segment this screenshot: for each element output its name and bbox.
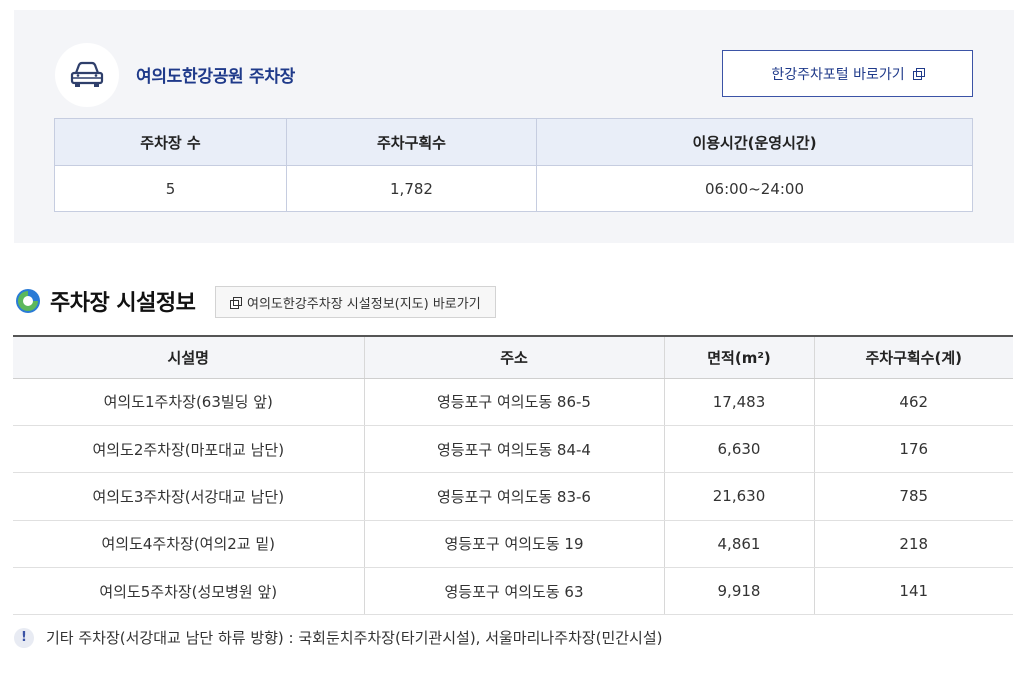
summary-value-lots: 5 [54, 165, 287, 212]
facility-area: 6,630 [663, 425, 814, 474]
exclamation-icon: ! [14, 627, 34, 648]
leaf-bullet-icon [16, 289, 40, 313]
facility-area: 21,630 [663, 472, 814, 521]
footnote: ! 기타 주차장(서강대교 남단 하류 방향) : 국회둔치주차장(타기관시설)… [14, 627, 663, 648]
summary-table: 주차장 수 주차구획수 이용시간(운영시간) 5 1,782 06:00~24:… [54, 118, 973, 212]
facility-spaces: 218 [813, 520, 1013, 569]
table-row: 여의도3주차장(서강대교 남단) 영등포구 여의도동 83-6 21,630 7… [13, 472, 1013, 521]
external-link-icon [230, 296, 242, 309]
facility-spaces: 462 [813, 378, 1013, 426]
col-header-spaces: 주차구획수(계) [813, 335, 1013, 379]
col-header-address: 주소 [363, 335, 664, 379]
table-row: 여의도2주차장(마포대교 남단) 영등포구 여의도동 84-4 6,630 17… [13, 425, 1013, 474]
summary-header-spaces: 주차구획수 [286, 118, 537, 166]
car-icon-badge [55, 43, 119, 107]
facility-spaces: 141 [813, 567, 1013, 616]
facility-address: 영등포구 여의도동 86-5 [363, 378, 664, 426]
footnote-text: 기타 주차장(서강대교 남단 하류 방향) : 국회둔치주차장(타기관시설), … [46, 629, 663, 647]
facility-address: 영등포구 여의도동 63 [363, 567, 664, 616]
facility-name: 여의도5주차장(성모병원 앞) [13, 567, 364, 616]
section-title: 주차장 시설정보 [50, 291, 196, 316]
col-header-area: 면적(m²) [663, 335, 814, 379]
col-header-name: 시설명 [13, 335, 364, 379]
facility-name: 여의도2주차장(마포대교 남단) [13, 425, 364, 474]
table-row: 여의도1주차장(63빌딩 앞) 영등포구 여의도동 86-5 17,483 46… [13, 378, 1013, 426]
table-row: 여의도4주차장(여의2교 밑) 영등포구 여의도동 19 4,861 218 [13, 520, 1013, 569]
facility-area: 4,861 [663, 520, 814, 569]
map-link-label: 여의도한강주차장 시설정보(지도) 바로가기 [247, 296, 481, 312]
park-title: 여의도한강공원 주차장 [136, 67, 296, 87]
facility-map-link[interactable]: 여의도한강주차장 시설정보(지도) 바로가기 [215, 286, 496, 318]
facility-area: 17,483 [663, 378, 814, 426]
facility-name: 여의도4주차장(여의2교 밑) [13, 520, 364, 569]
facility-table: 시설명 주소 면적(m²) 주차구획수(계) 여의도1주차장(63빌딩 앞) 영… [13, 335, 1013, 616]
facility-area: 9,918 [663, 567, 814, 616]
table-row: 여의도5주차장(성모병원 앞) 영등포구 여의도동 63 9,918 141 [13, 567, 1013, 616]
external-link-icon [912, 68, 925, 80]
summary-header-lots: 주차장 수 [54, 118, 287, 166]
table-row: 5 1,782 06:00~24:00 [54, 165, 973, 212]
facility-spaces: 785 [813, 472, 1013, 521]
facility-address: 영등포구 여의도동 19 [363, 520, 664, 569]
summary-value-spaces: 1,782 [286, 165, 537, 212]
parking-summary-panel: 여의도한강공원 주차장 한강주차포털 바로가기 주차장 수 주차구획수 이용시간… [14, 10, 1014, 243]
parking-portal-button[interactable]: 한강주차포털 바로가기 [722, 50, 973, 97]
car-icon [70, 61, 104, 87]
section-heading: 주차장 시설정보 [14, 285, 196, 317]
facility-address: 영등포구 여의도동 84-4 [363, 425, 664, 474]
facility-name: 여의도1주차장(63빌딩 앞) [13, 378, 364, 426]
portal-button-label: 한강주차포털 바로가기 [771, 66, 905, 83]
facility-spaces: 176 [813, 425, 1013, 474]
summary-header-hours: 이용시간(운영시간) [536, 118, 973, 166]
facility-address: 영등포구 여의도동 83-6 [363, 472, 664, 521]
summary-value-hours: 06:00~24:00 [536, 165, 973, 212]
facility-name: 여의도3주차장(서강대교 남단) [13, 472, 364, 521]
